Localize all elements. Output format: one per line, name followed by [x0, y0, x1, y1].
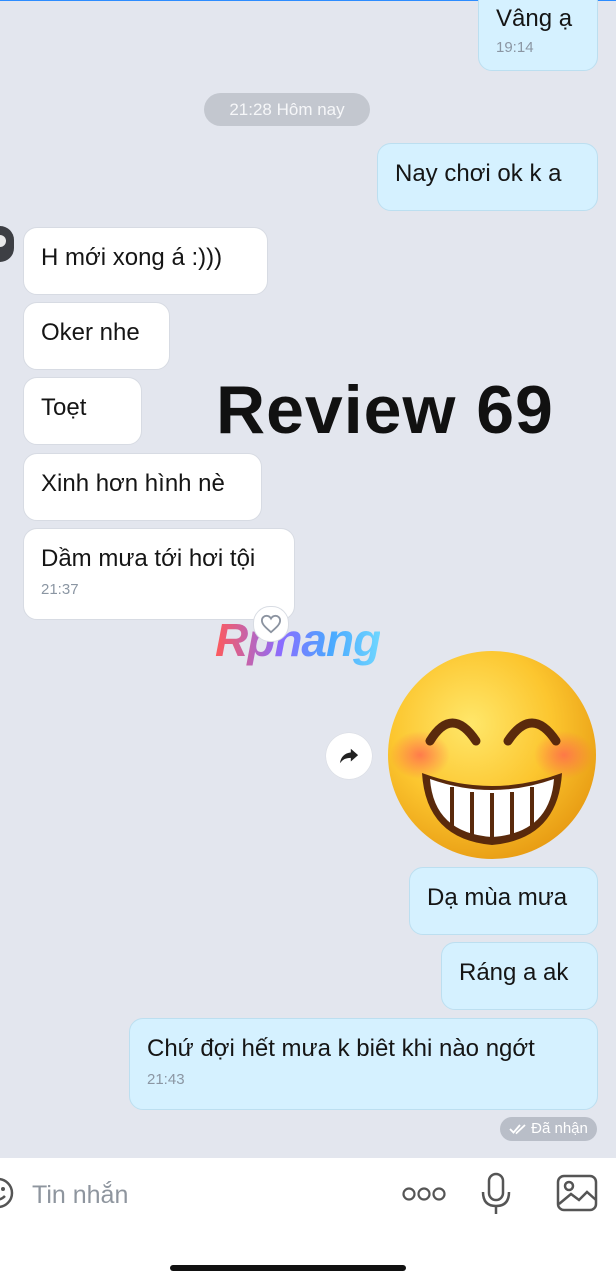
message-text: Nay chơi ok k a: [395, 160, 562, 187]
heart-icon: [260, 614, 282, 634]
home-indicator: [170, 1265, 406, 1271]
double-check-icon: [509, 1124, 526, 1135]
message-text: Dầm mưa tới hơi tội: [41, 545, 256, 572]
emoji-icon[interactable]: [0, 1176, 16, 1210]
react-heart-button[interactable]: [253, 606, 289, 642]
review-overlay-title: Review 69: [216, 372, 554, 448]
sender-avatar[interactable]: [0, 226, 14, 262]
image-icon[interactable]: [556, 1174, 598, 1212]
message-text: Chứ đợi hết mưa k biêt khi nào ngớt: [147, 1035, 535, 1062]
message-bubble-outgoing[interactable]: Chứ đợi hết mưa k biêt khi nào ngớt 21:4…: [129, 1018, 598, 1110]
message-bubble-incoming[interactable]: Oker nhe: [23, 302, 170, 370]
message-time: 19:14: [496, 39, 534, 56]
message-text: Oker nhe: [41, 319, 140, 346]
more-icon[interactable]: [401, 1182, 447, 1206]
share-arrow-icon: [339, 748, 359, 764]
message-text: Dạ mùa mưa: [427, 884, 568, 911]
message-input[interactable]: [30, 1174, 364, 1216]
message-text: H mới xong á :))): [41, 244, 223, 271]
forward-button[interactable]: [326, 733, 372, 779]
message-text: Ráng a ak: [459, 959, 569, 986]
message-time: 21:43: [147, 1071, 185, 1088]
date-separator: 21:28 Hôm nay: [204, 93, 370, 126]
message-text: Toẹt: [41, 394, 87, 421]
message-composer: [0, 1158, 616, 1281]
message-bubble-incoming[interactable]: Dầm mưa tới hơi tội 21:37: [23, 528, 295, 620]
microphone-icon[interactable]: [480, 1172, 512, 1216]
message-text: Xinh hơn hình nè: [41, 470, 225, 497]
received-status-badge: Đã nhận: [500, 1117, 597, 1141]
message-bubble-outgoing[interactable]: Ráng a ak: [441, 942, 598, 1010]
message-bubble-outgoing[interactable]: Dạ mùa mưa: [409, 867, 598, 935]
message-bubble-incoming[interactable]: H mới xong á :))): [23, 227, 268, 295]
message-bubble-incoming[interactable]: Xinh hơn hình nè: [23, 453, 262, 521]
message-bubble-outgoing[interactable]: Vâng ạ 19:14: [478, 0, 598, 71]
message-bubble-incoming[interactable]: Toẹt: [23, 377, 142, 445]
message-time: 21:37: [41, 581, 79, 598]
grinning-face-sticker[interactable]: [386, 649, 598, 861]
message-bubble-outgoing[interactable]: Nay chơi ok k a: [377, 143, 598, 211]
received-status-text: Đã nhận: [531, 1120, 588, 1137]
watermark-logo: Rphang: [215, 614, 381, 666]
message-text: Vâng ạ: [496, 5, 573, 32]
